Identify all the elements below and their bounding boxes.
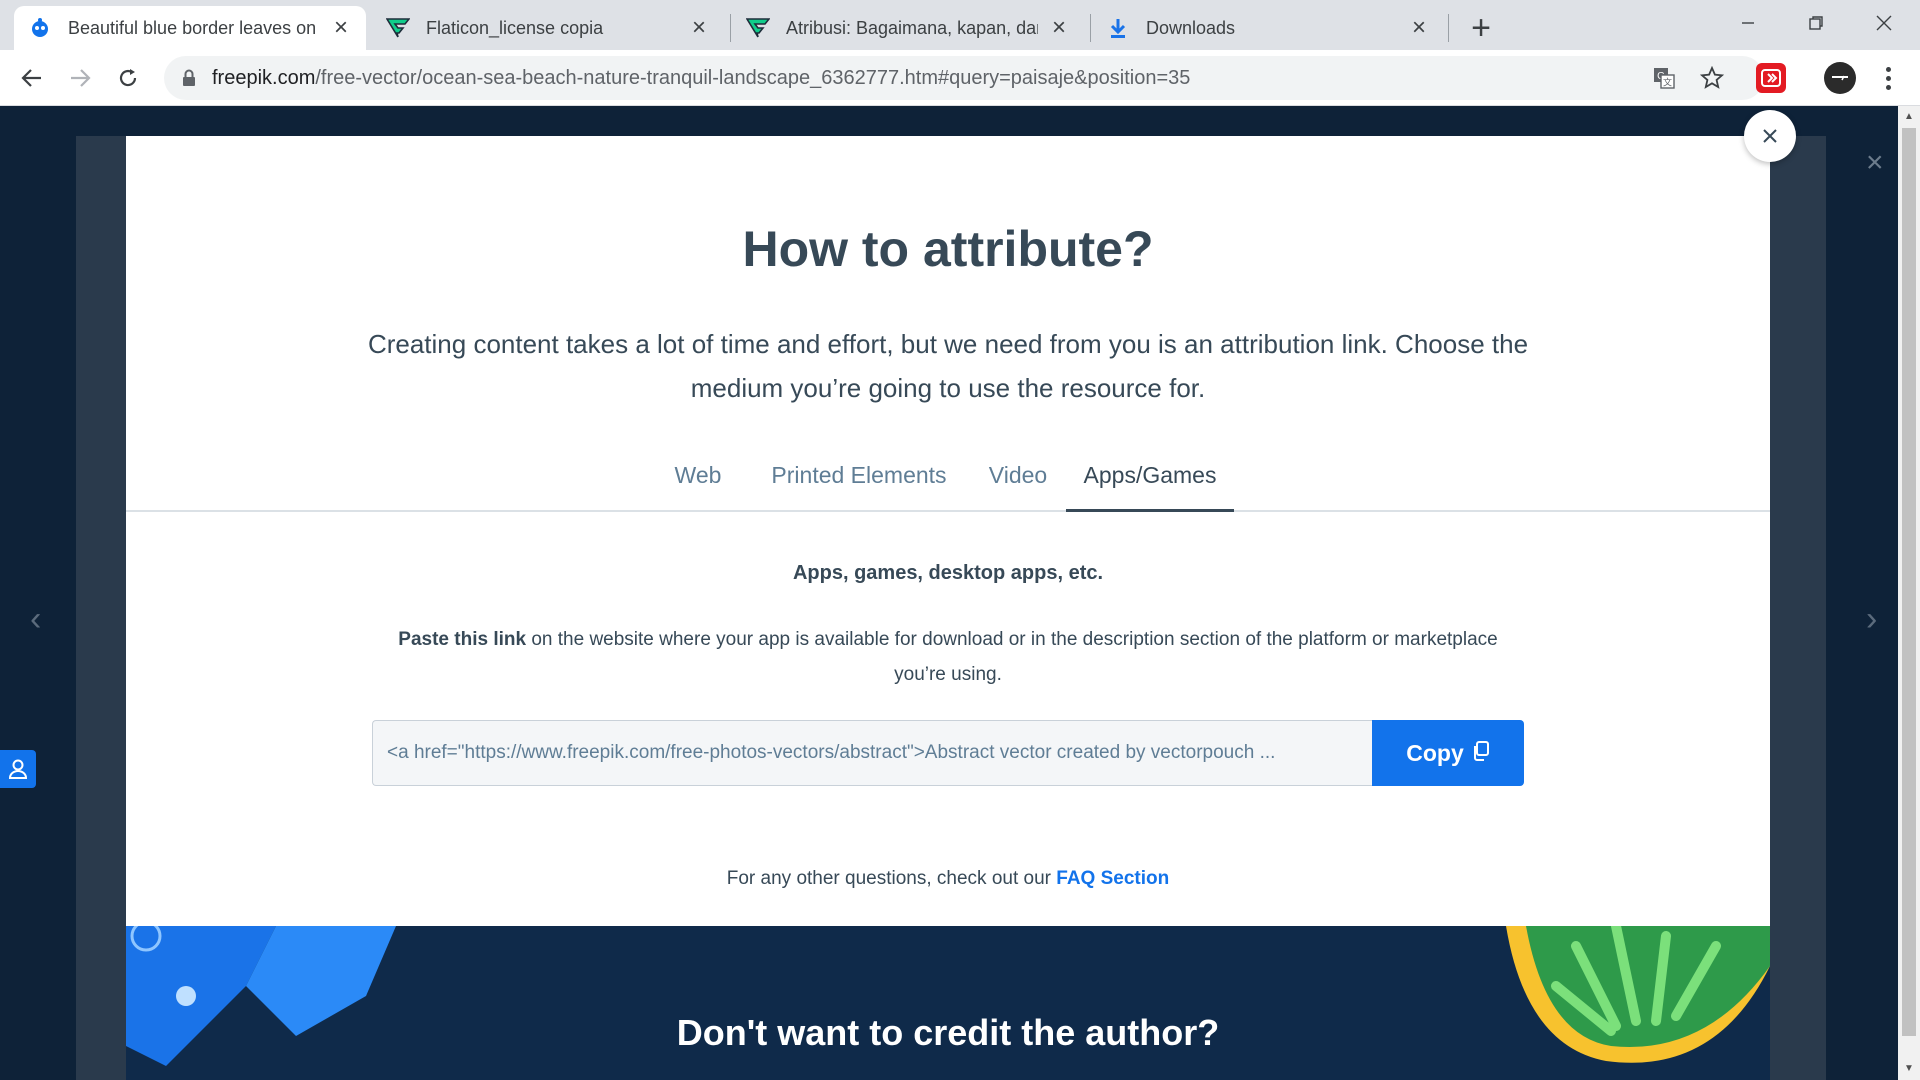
lime-fruit-illustration bbox=[1506, 926, 1770, 1063]
tab-separator bbox=[1090, 14, 1091, 42]
close-tab-icon[interactable]: × bbox=[1048, 14, 1070, 41]
section-description: Paste this link on the website where you… bbox=[396, 622, 1500, 692]
url-text: freepik.com/free-vector/ocean-sea-beach-… bbox=[212, 67, 1190, 90]
attribution-code-box: <a href="https://www.freepik.com/free-ph… bbox=[372, 720, 1524, 786]
close-window-icon[interactable] bbox=[1856, 0, 1912, 46]
tab-title: Atribusi: Bagaimana, kapan, dan bbox=[786, 17, 1038, 38]
next-arrow-icon[interactable]: › bbox=[1866, 600, 1877, 639]
download-icon bbox=[1106, 16, 1130, 40]
faq-prefix: For any other questions, check out our bbox=[726, 868, 1057, 889]
attribution-modal: How to attribute? Creating content takes… bbox=[126, 136, 1770, 926]
tab-separator bbox=[730, 14, 731, 42]
promo-banner: Don't want to credit the author? bbox=[126, 926, 1770, 1080]
url-host: freepik.com bbox=[212, 66, 316, 89]
attribution-code-field[interactable]: <a href="https://www.freepik.com/free-ph… bbox=[372, 720, 1372, 786]
browser-tab-atribusi[interactable]: Atribusi: Bagaimana, kapan, dan × bbox=[732, 6, 1084, 50]
flaticon-icon bbox=[386, 16, 410, 40]
extension-icon[interactable] bbox=[1756, 63, 1786, 93]
browser-tab-freepik[interactable]: Beautiful blue border leaves on p × bbox=[14, 6, 366, 50]
copy-icon bbox=[1472, 740, 1490, 767]
scrollbar-thumb[interactable] bbox=[1902, 128, 1916, 1036]
close-icon bbox=[1763, 129, 1777, 143]
modal-intro: Creating content takes a lot of time and… bbox=[367, 329, 1529, 403]
medium-tabs: Web Printed Elements Video Apps/Games bbox=[126, 448, 1770, 512]
copy-label: Copy bbox=[1406, 739, 1464, 766]
promo-title: Don't want to credit the author? bbox=[676, 1012, 1220, 1053]
minimize-icon[interactable] bbox=[1720, 0, 1776, 46]
close-tab-icon[interactable]: × bbox=[688, 14, 710, 41]
tab-apps-games[interactable]: Apps/Games bbox=[1066, 448, 1234, 512]
reload-icon[interactable] bbox=[110, 60, 146, 96]
browser-tab-downloads[interactable]: Downloads × bbox=[1092, 6, 1444, 50]
close-tab-icon[interactable]: × bbox=[330, 14, 352, 41]
url-path: /free-vector/ocean-sea-beach-nature-tran… bbox=[315, 66, 1191, 89]
user-account-icon[interactable] bbox=[0, 750, 36, 788]
lock-icon bbox=[178, 69, 200, 87]
desc-bold: Paste this link bbox=[398, 629, 527, 650]
forward-icon[interactable] bbox=[62, 60, 98, 96]
section-subtitle: Apps, games, desktop apps, etc. bbox=[792, 562, 1104, 584]
browser-toolbar: freepik.com/free-vector/ocean-sea-beach-… bbox=[0, 50, 1920, 106]
modal-close-button[interactable] bbox=[1744, 110, 1796, 162]
tab-title: Beautiful blue border leaves on p bbox=[68, 17, 320, 38]
tab-video[interactable]: Video bbox=[974, 448, 1062, 512]
modal-title: How to attribute? bbox=[742, 221, 1154, 277]
tab-separator bbox=[1448, 14, 1449, 42]
close-icon[interactable]: × bbox=[1866, 146, 1884, 180]
browser-menu-icon[interactable] bbox=[1878, 62, 1898, 94]
restore-icon[interactable] bbox=[1788, 0, 1844, 46]
copy-button[interactable]: Copy bbox=[1372, 720, 1524, 786]
new-tab-button[interactable]: + bbox=[1462, 9, 1500, 47]
tab-web[interactable]: Web bbox=[654, 448, 742, 512]
bookmark-star-icon[interactable] bbox=[1696, 62, 1728, 94]
back-icon[interactable] bbox=[14, 60, 50, 96]
faq-line: For any other questions, check out our F… bbox=[126, 868, 1770, 890]
translate-icon[interactable]: G文 bbox=[1648, 62, 1680, 94]
browser-tab-flaticon-license[interactable]: Flaticon_license copia × bbox=[372, 6, 724, 50]
tab-title: Flaticon_license copia bbox=[426, 17, 604, 38]
prev-arrow-icon[interactable]: ‹ bbox=[30, 600, 41, 639]
desc-rest: on the website where your app is availab… bbox=[526, 629, 1498, 685]
browser-tab-strip: Beautiful blue border leaves on p × Flat… bbox=[0, 0, 1920, 50]
flaticon-icon bbox=[746, 16, 770, 40]
tab-printed-elements[interactable]: Printed Elements bbox=[754, 448, 964, 512]
close-tab-icon[interactable]: × bbox=[1408, 14, 1430, 41]
scroll-up-icon[interactable]: ▲ bbox=[1902, 110, 1916, 124]
svg-text:文: 文 bbox=[1663, 77, 1672, 88]
tab-title: Downloads bbox=[1146, 17, 1236, 38]
scroll-down-icon[interactable]: ▼ bbox=[1902, 1062, 1916, 1076]
profile-avatar[interactable] bbox=[1824, 62, 1856, 94]
binoculars-illustration bbox=[126, 926, 396, 1066]
freepik-icon bbox=[28, 16, 52, 40]
faq-link[interactable]: FAQ Section bbox=[1056, 868, 1169, 889]
address-bar[interactable]: freepik.com/free-vector/ocean-sea-beach-… bbox=[164, 56, 1764, 100]
page-scrollbar[interactable]: ▲ ▼ bbox=[1898, 106, 1920, 1080]
